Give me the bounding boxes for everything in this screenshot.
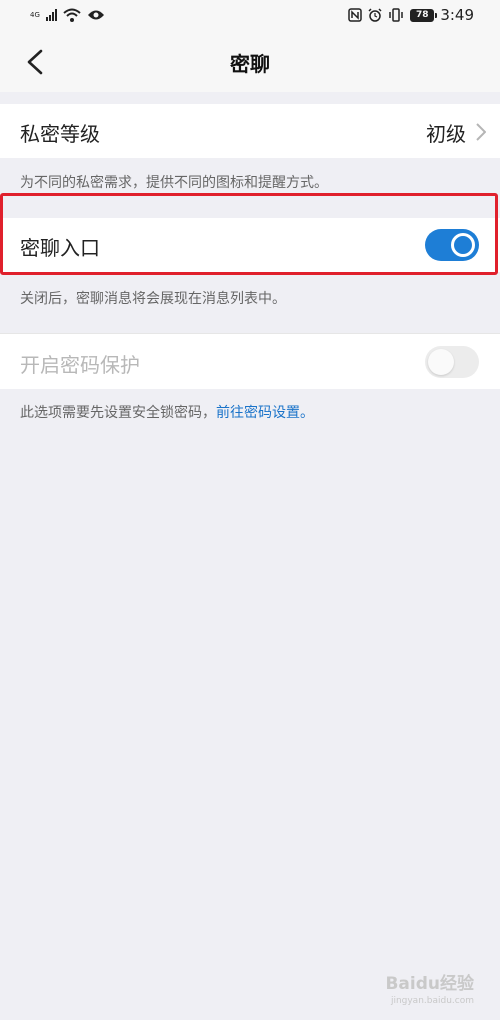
status-bar: 4G 78 3:49 [0,0,500,34]
password-settings-link[interactable]: 前往密码设置。 [216,405,314,421]
privacy-level-row[interactable]: 私密等级 初级 [0,104,500,158]
watermark-brand: Baidu经验 [385,974,474,994]
battery-icon: 78 [410,8,438,22]
nfc-icon [348,8,363,22]
page-title: 密聊 [230,52,270,76]
secret-chat-entry-label: 密聊入口 [20,236,100,260]
vibrate-icon [389,8,404,22]
secret-chat-entry-toggle[interactable] [425,229,479,261]
battery-level: 78 [416,9,429,20]
toggle-knob [428,349,454,375]
privacy-level-hint: 为不同的私密需求，提供不同的图标和提醒方式。 [20,175,328,191]
signal-icon [45,9,57,21]
privacy-level-value: 初级 [426,122,466,146]
secret-chat-entry-row: 密聊入口 [0,218,500,272]
secret-chat-entry-hint: 关闭后，密聊消息将会展现在消息列表中。 [20,291,286,307]
password-protect-hint-line: 此选项需要先设置安全锁密码，前往密码设置。 [20,402,314,422]
network-type: 4G [30,10,40,19]
alarm-icon [368,8,382,22]
baidu-watermark: Baidu经验 jingyan.baidu.com [385,969,474,1006]
header: 密聊 [0,34,500,92]
privacy-level-label: 私密等级 [20,122,100,146]
status-right: 78 3:49 [348,6,474,24]
password-protect-row: 开启密码保护 [0,333,500,389]
password-protect-toggle[interactable] [425,346,479,378]
password-protect-label: 开启密码保护 [20,353,140,377]
status-time: 3:49 [440,6,474,24]
status-left: 4G [30,8,105,22]
toggle-knob [451,233,475,257]
watermark-url: jingyan.baidu.com [390,996,474,1006]
eye-icon [87,10,104,20]
wifi-icon [63,8,81,22]
password-protect-hint: 此选项需要先设置安全锁密码， [20,405,216,421]
network-type-label: 4G [30,10,40,19]
chevron-right-icon [476,123,486,141]
